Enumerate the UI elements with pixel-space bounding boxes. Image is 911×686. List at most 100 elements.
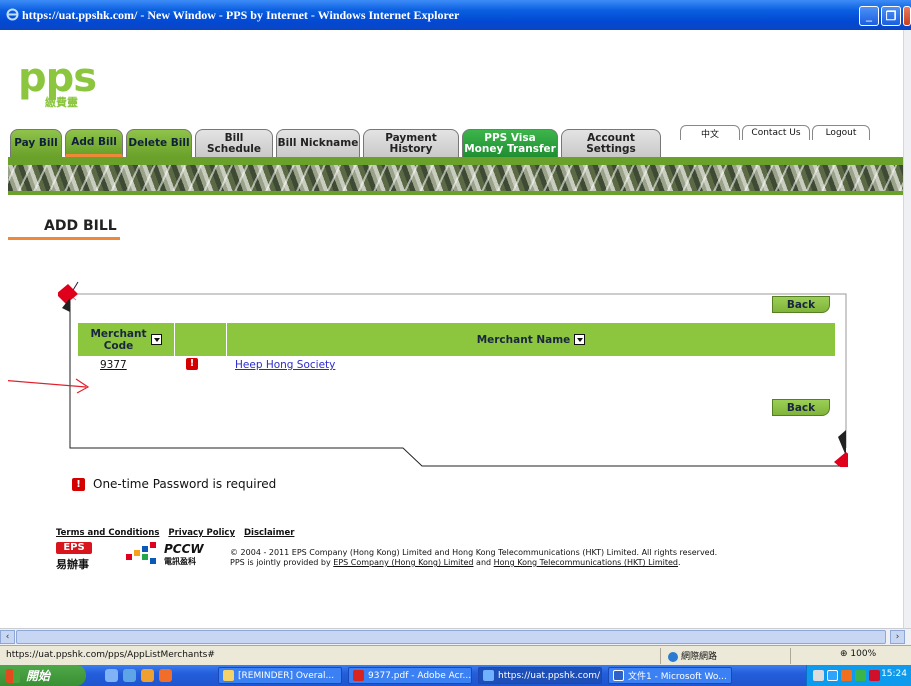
taskbar-item-pdf[interactable]: 9377.pdf - Adobe Acr... [348,667,472,684]
ie-icon [483,670,494,681]
network-icon[interactable] [827,670,838,681]
start-label: 開始 [26,669,51,683]
taskbar-item-label: https://uat.ppshk.com/ ... [498,670,602,681]
otp-footnote-text: One-time Password is required [93,477,277,491]
security-zone-label: 網際網路 [681,652,718,662]
pdf-icon [353,670,364,681]
start-button[interactable]: 開始 [0,665,86,686]
word-icon [613,670,624,681]
tab-account-settings[interactable]: Account Settings [561,129,661,157]
merchant-code-header[interactable]: Merchant Code [78,323,175,356]
maximize-button[interactable]: ❐ [881,6,901,26]
logo-text: pps [18,55,97,101]
copyright-line-1: © 2004 - 2011 EPS Company (Hong Kong) Li… [230,548,718,557]
scroll-right-icon[interactable]: › [890,630,905,644]
otp-column-header [175,323,227,356]
tab-payment-history[interactable]: Payment History [363,129,459,157]
tab-bill-schedule[interactable]: Bill Schedule [195,129,273,157]
tab-pps-visa-money-transfer[interactable]: PPS Visa Money Transfer [462,129,558,157]
globe-icon [668,651,678,662]
browser-window: https://uat.ppshk.com/ - New Window - PP… [0,0,911,686]
banner-underline [8,191,903,195]
clock: 15:24 [881,669,907,679]
disclaimer-link[interactable]: Disclaimer [244,528,294,538]
system-tray: 15:24 [806,665,911,686]
taskbar-item-label: 9377.pdf - Adobe Acr... [368,670,472,681]
logo-subtitle: 繳費靈 [45,96,78,109]
privacy-link[interactable]: Privacy Policy [168,528,235,538]
copyright-mid: and [473,558,494,567]
minimize-button[interactable]: _ [859,6,879,26]
taskbar-item-label: [REMINDER] Overal... [238,670,335,681]
otp-footnote: ! One-time Password is required [72,477,276,491]
zoom-level-label: 100% [850,649,877,659]
status-url: https://uat.ppshk.com/pps/AppListMerchan… [6,650,215,660]
otp-required-icon: ! [72,477,85,491]
status-bar: https://uat.ppshk.com/pps/AppListMerchan… [0,645,911,665]
zoom-level[interactable]: ⊕ 100% [840,649,876,659]
title-bar[interactable]: https://uat.ppshk.com/ - New Window - PP… [0,0,911,30]
otp-required-icon: ! [186,358,198,370]
zoom-icon: ⊕ [840,649,848,659]
mail-icon [223,670,234,681]
eps-logo: EPS 易辦事 [56,542,98,572]
pccw-logo: PCCW 電訊盈科 [126,542,216,572]
taskbar-item-label: 文件1 - Microsoft Wo... [628,672,727,682]
main-nav: Pay Bill Add Bill Delete Bill Bill Sched… [8,129,903,157]
show-desktop-icon[interactable] [105,669,118,682]
tray-app-icon[interactable] [869,670,880,681]
tray-app-icon[interactable] [855,670,866,681]
taskbar: 開始 [REMINDER] Overal... 9377.pdf - Adobe… [0,665,911,686]
scroll-left-icon[interactable]: ‹ [0,630,15,644]
eps-company-link[interactable]: EPS Company (Hong Kong) Limited [333,558,473,567]
merchant-name-link[interactable]: Heep Hong Society [235,359,335,371]
back-button-bottom[interactable]: Back [772,399,830,416]
horizontal-scrollbar[interactable]: ‹ › [0,628,911,645]
footer-links: Terms and Conditions Privacy Policy Disc… [56,528,300,538]
copyright-pre: PPS is jointly provided by [230,558,334,567]
table-header: Merchant Code Merchant Name [78,323,835,356]
tab-add-bill[interactable]: Add Bill [65,129,123,157]
taskbar-item-word[interactable]: 文件1 - Microsoft Wo... [608,667,732,684]
sort-dropdown-icon[interactable] [574,334,586,345]
outlook-icon[interactable] [159,669,172,682]
panel-corner-bottom [834,452,848,467]
windows-flag-icon [6,668,20,683]
eps-logo-text: EPS [56,542,92,554]
terms-link[interactable]: Terms and Conditions [56,528,159,538]
eps-logo-cn: 易辦事 [56,558,89,571]
ie-quicklaunch-icon[interactable] [123,669,136,682]
taskbar-item-reminder[interactable]: [REMINDER] Overal... [218,667,342,684]
hkt-link[interactable]: Hong Kong Telecommunications (HKT) Limit… [494,558,678,567]
merchant-code-header-label: Merchant Code [90,327,147,352]
copyright-text: © 2004 - 2011 EPS Company (Hong Kong) Li… [230,548,717,568]
header-banner-image [8,165,903,191]
pccw-logo-cn: 電訊盈科 [164,557,196,566]
merchant-code-link[interactable]: 9377 [100,359,127,371]
annotation-arrow-icon [8,378,90,394]
tab-delete-bill[interactable]: Delete Bill [126,129,192,157]
copyright-end: . [678,558,681,567]
tab-pay-bill[interactable]: Pay Bill [10,129,62,157]
taskbar-item-ie[interactable]: https://uat.ppshk.com/ ... [478,667,602,684]
merchant-name-header[interactable]: Merchant Name [227,323,835,356]
tab-bill-nickname[interactable]: Bill Nickname [276,129,360,157]
merchant-name-header-label: Merchant Name [476,333,571,346]
nav-underline [8,157,903,165]
ie-icon [6,8,19,21]
keyboard-icon[interactable] [813,670,824,681]
page-content: pps 繳費靈 中文 Contact Us Logout Pay Bill Ad… [8,30,903,628]
table-row[interactable]: 9377 ! Heep Hong Society [78,356,835,372]
tray-app-icon[interactable] [841,670,852,681]
security-zone: 網際網路 [668,649,717,662]
page-title: ADD BILL [44,218,117,234]
back-button-top[interactable]: Back [772,296,830,313]
page-title-underline [8,237,120,240]
close-button[interactable] [903,6,911,26]
scroll-thumb[interactable] [16,630,886,644]
pps-logo[interactable]: pps 繳費靈 [18,55,97,109]
vertical-scrollbar[interactable] [903,30,911,628]
media-icon[interactable] [141,669,154,682]
pccw-logo-text: PCCW [164,542,204,556]
sort-dropdown-icon[interactable] [150,334,162,345]
